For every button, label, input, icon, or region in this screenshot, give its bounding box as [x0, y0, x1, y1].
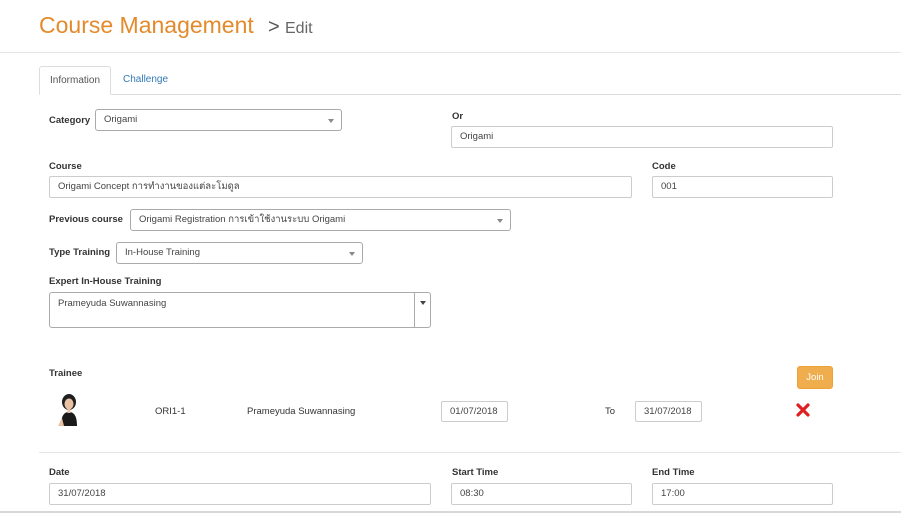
- or-input[interactable]: Origami: [451, 126, 833, 148]
- previous-course-label: Previous course: [49, 214, 123, 225]
- expert-selected-item: Prameyuda Suwannasing: [58, 298, 167, 309]
- category-value: Origami: [104, 114, 138, 125]
- date-input[interactable]: 31/07/2018: [49, 483, 431, 505]
- trainee-to-label: To: [605, 406, 616, 417]
- category-select[interactable]: Origami: [95, 109, 342, 131]
- date-label: Date: [49, 467, 70, 478]
- start-time-input[interactable]: 08:30: [451, 483, 632, 505]
- chevron-down-icon: [328, 119, 334, 123]
- join-button[interactable]: Join: [797, 366, 833, 389]
- trainee-from-date-input[interactable]: 01/07/2018: [441, 401, 508, 422]
- page-title: Course Management: [39, 12, 254, 38]
- chevron-down-icon[interactable]: [420, 301, 426, 305]
- course-input[interactable]: Origami Concept การทำงานของแต่ละโมดูล: [49, 176, 632, 198]
- tab-information[interactable]: Information: [39, 66, 112, 95]
- trainee-name: Prameyuda Suwannasing: [247, 406, 356, 417]
- section-divider: [39, 452, 901, 453]
- category-label: Category: [49, 115, 91, 126]
- or-label: Or: [452, 111, 464, 122]
- code-input[interactable]: 001: [652, 176, 833, 198]
- type-training-label: Type Training: [49, 247, 111, 258]
- trainee-avatar: [58, 394, 77, 426]
- end-time-input[interactable]: 17:00: [652, 483, 833, 505]
- tab-challenge[interactable]: Challenge: [113, 66, 178, 95]
- previous-course-select[interactable]: Origami Registration การเข้าใช้งานระบบ O…: [130, 209, 511, 231]
- expert-label: Expert In-House Training: [49, 276, 162, 287]
- code-label: Code: [652, 161, 676, 172]
- close-x-icon[interactable]: [795, 402, 811, 418]
- end-time-label: End Time: [652, 467, 695, 478]
- expert-multiselect[interactable]: Prameyuda Suwannasing: [49, 292, 431, 328]
- start-time-label: Start Time: [452, 467, 499, 478]
- type-training-select[interactable]: In-House Training: [116, 242, 363, 264]
- course-label: Course: [49, 161, 82, 172]
- chevron-down-icon: [349, 252, 355, 256]
- type-training-value: In-House Training: [125, 247, 200, 258]
- breadcrumb-separator-icon: >: [268, 16, 280, 38]
- trainee-to-date-input[interactable]: 31/07/2018: [635, 401, 702, 422]
- expert-dropdown-divider: [414, 293, 415, 327]
- chevron-down-icon: [497, 219, 503, 223]
- trainee-code: ORI1-1: [155, 406, 186, 417]
- previous-course-value: Origami Registration การเข้าใช้งานระบบ O…: [139, 214, 346, 225]
- header-divider: [0, 52, 901, 53]
- page-subtitle: Edit: [285, 20, 313, 37]
- trainee-label: Trainee: [49, 368, 83, 379]
